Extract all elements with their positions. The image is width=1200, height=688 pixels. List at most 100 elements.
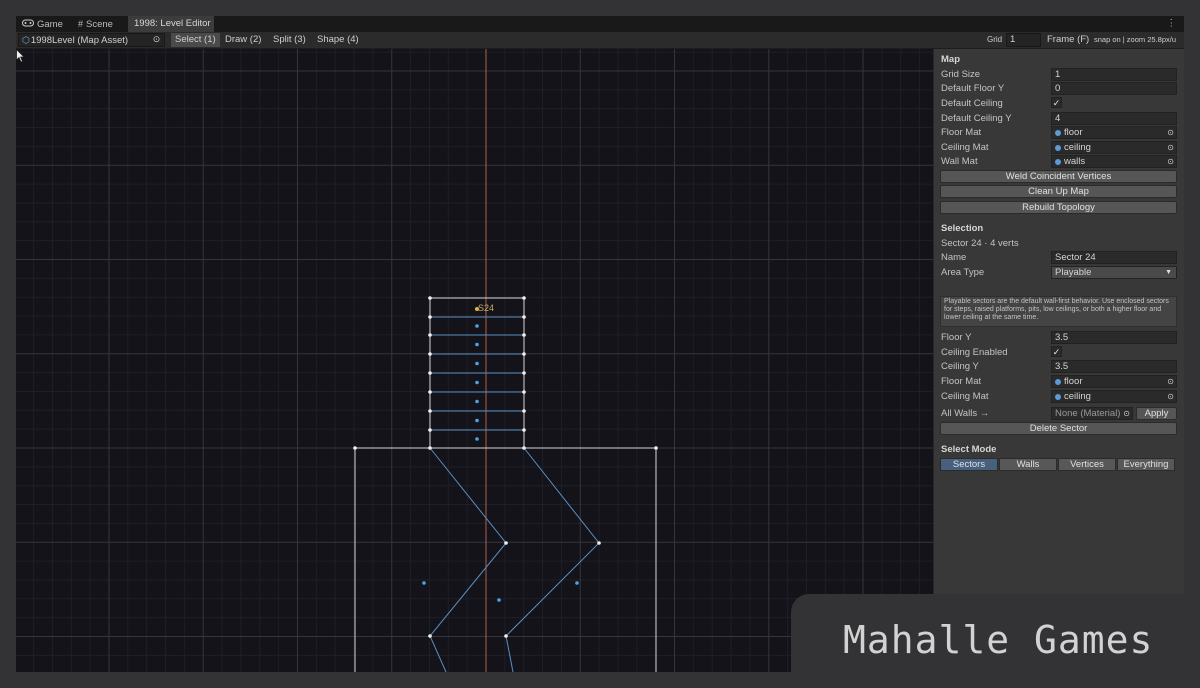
vertex-handle[interactable]: [428, 371, 432, 375]
ceiling-y-field[interactable]: 3.5: [1051, 360, 1177, 373]
map-wall-mat-field[interactable]: walls ⊙: [1051, 155, 1177, 168]
sector-label: S24: [478, 303, 494, 313]
map-asset-field[interactable]: ⬡1998Level (Map Asset): [18, 33, 165, 47]
sector-floor-mat-label: Floor Mat: [941, 376, 982, 387]
vertex-handle[interactable]: [428, 333, 432, 337]
selection-summary: Sector 24 · 4 verts: [941, 238, 1019, 249]
vertex-handle[interactable]: [522, 409, 526, 413]
map-wall-mat-value: walls: [1064, 156, 1086, 167]
map-wall-mat-label: Wall Mat: [941, 156, 978, 167]
default-ceiling-checkbox[interactable]: ✓: [1051, 97, 1062, 108]
rebuild-topology-button[interactable]: Rebuild Topology: [940, 201, 1177, 214]
sector-centroid[interactable]: [422, 581, 426, 585]
object-picker-icon[interactable]: ⊙: [1167, 142, 1174, 153]
vertex-handle[interactable]: [428, 390, 432, 394]
mode-draw-button[interactable]: Draw (2): [221, 33, 265, 47]
vertex-handle[interactable]: [428, 296, 432, 300]
sector-centroid[interactable]: [475, 361, 479, 366]
vertex-handle[interactable]: [504, 634, 508, 638]
grid-major-lines: [16, 49, 933, 672]
object-picker-icon[interactable]: ⊙: [1167, 156, 1174, 167]
tab-game[interactable]: Game: [16, 16, 72, 32]
select-mode-walls[interactable]: Walls: [999, 458, 1057, 471]
mode-select-button[interactable]: Select (1): [171, 33, 220, 47]
grid-size-input[interactable]: 1: [1006, 33, 1041, 47]
sector-centroid[interactable]: [475, 418, 479, 423]
apply-walls-button[interactable]: Apply: [1136, 407, 1177, 420]
area-type-help: Playable sectors are the default wall-fi…: [940, 296, 1177, 327]
selected-sector-centroid[interactable]: [475, 307, 479, 311]
sector-ceiling-mat-field[interactable]: ceiling ⊙: [1051, 390, 1177, 403]
corridor-wall[interactable]: [429, 447, 507, 672]
map-section-title: Map: [941, 54, 960, 65]
floor-y-field[interactable]: 3.5: [1051, 331, 1177, 344]
object-picker-icon[interactable]: ⊙: [1123, 408, 1130, 419]
vertex-handle[interactable]: [654, 446, 658, 450]
map-floor-mat-field[interactable]: floor ⊙: [1051, 126, 1177, 139]
level-canvas[interactable]: S24: [16, 49, 933, 672]
mode-split-button[interactable]: Split (3): [269, 33, 310, 47]
sector-centroids[interactable]: [422, 324, 579, 602]
vertex-handle[interactable]: [353, 446, 357, 450]
default-floor-y-field[interactable]: 0: [1051, 82, 1177, 95]
tab-scene[interactable]: # Scene: [72, 16, 128, 32]
more-menu-icon[interactable]: ⋮: [1167, 16, 1177, 32]
tab-level-editor[interactable]: 1998: Level Editor: [128, 16, 214, 32]
vertex-handle[interactable]: [522, 428, 526, 432]
map-floor-mat-label: Floor Mat: [941, 127, 982, 138]
default-ceiling-y-field[interactable]: 4: [1051, 112, 1177, 125]
vertex-handle[interactable]: [522, 333, 526, 337]
map-ceiling-mat-field[interactable]: ceiling ⊙: [1051, 141, 1177, 154]
weld-vertices-button[interactable]: Weld Coincident Vertices: [940, 170, 1177, 183]
clean-up-map-button[interactable]: Clean Up Map: [940, 185, 1177, 198]
sector-name-field[interactable]: Sector 24: [1051, 251, 1177, 264]
vertex-handle[interactable]: [522, 371, 526, 375]
ceiling-enabled-checkbox[interactable]: ✓: [1051, 346, 1062, 357]
select-mode-sectors[interactable]: Sectors: [940, 458, 998, 471]
material-icon: [1055, 145, 1061, 151]
vertex-handle[interactable]: [597, 541, 601, 545]
level-viewport[interactable]: S24: [16, 49, 933, 672]
sector-centroid[interactable]: [475, 342, 479, 347]
vertex-handle[interactable]: [522, 296, 526, 300]
vertex-handle[interactable]: [428, 409, 432, 413]
vertex-handle[interactable]: [522, 446, 526, 450]
vertex-handle[interactable]: [428, 428, 432, 432]
vertex-handle[interactable]: [428, 352, 432, 356]
sector-centroid[interactable]: [475, 324, 479, 328]
object-picker-icon[interactable]: ⊙: [150, 33, 163, 46]
grid-size-field[interactable]: 1: [1051, 68, 1177, 81]
floor-y-label: Floor Y: [941, 332, 972, 343]
sector-floor-mat-field[interactable]: floor ⊙: [1051, 375, 1177, 388]
wall-edges-blue: [429, 316, 600, 672]
corridor-wall[interactable]: [505, 447, 600, 672]
sector-centroid[interactable]: [475, 399, 479, 404]
vertex-handle[interactable]: [522, 315, 526, 319]
vertex-handle[interactable]: [504, 541, 508, 545]
select-mode-title: Select Mode: [941, 444, 997, 455]
delete-sector-button[interactable]: Delete Sector: [940, 422, 1177, 435]
sector-centroid[interactable]: [575, 581, 579, 585]
select-mode-vertices[interactable]: Vertices: [1058, 458, 1116, 471]
vertex-handle[interactable]: [428, 634, 432, 638]
object-picker-icon[interactable]: ⊙: [1167, 127, 1174, 138]
frame-button[interactable]: Frame (F): [1043, 33, 1093, 47]
object-picker-icon[interactable]: ⊙: [1167, 376, 1174, 387]
vertex-handle[interactable]: [522, 390, 526, 394]
room-outline[interactable]: [354, 447, 657, 672]
editor-window: Game # Scene 1998: Level Editor ⋮ ⬡1998Le…: [16, 16, 1184, 672]
sector-centroid[interactable]: [475, 437, 479, 441]
vertex-handle[interactable]: [428, 315, 432, 319]
map-floor-mat-value: floor: [1064, 127, 1083, 138]
sector-centroid[interactable]: [475, 380, 479, 385]
select-mode-everything[interactable]: Everything: [1117, 458, 1175, 471]
object-picker-icon[interactable]: ⊙: [1167, 391, 1174, 402]
sector-centroid[interactable]: [497, 598, 501, 602]
area-type-dropdown[interactable]: Playable ▼: [1051, 266, 1177, 279]
material-icon: [1055, 159, 1061, 165]
vertex-handle[interactable]: [428, 446, 432, 450]
all-walls-material-field[interactable]: None (Material) ⊙: [1051, 407, 1133, 420]
grid-size-label: Grid Size: [941, 69, 981, 80]
mode-shape-button[interactable]: Shape (4): [313, 33, 363, 47]
vertex-handle[interactable]: [522, 352, 526, 356]
